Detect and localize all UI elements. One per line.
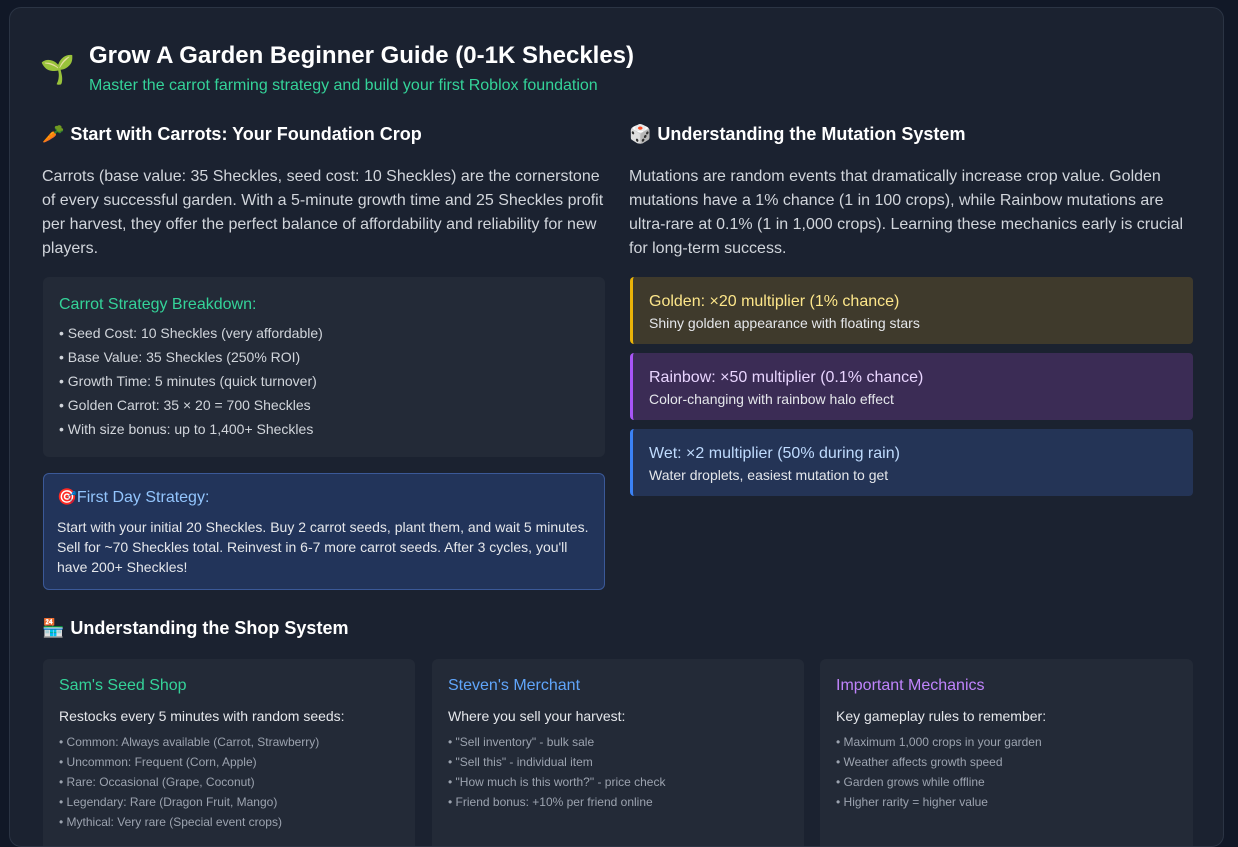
shop-card-title: Steven's Merchant	[448, 677, 581, 694]
target-icon: 🎯	[57, 489, 77, 506]
mutation-golden-title: Golden: ×20 multiplier (1% chance)	[649, 293, 900, 310]
list-item: Maximum 1,000 crops in your garden	[836, 732, 1193, 752]
mutation-wet: Wet: ×2 multiplier (50% during rain) Wat…	[630, 429, 1193, 496]
list-item: Mythical: Very rare (Special event crops…	[59, 812, 415, 832]
page-title: Grow A Garden Beginner Guide (0-1K Sheck…	[89, 42, 635, 69]
mutation-rainbow: Rainbow: ×50 multiplier (0.1% chance) Co…	[630, 353, 1193, 420]
shop-card-list: Maximum 1,000 crops in your garden Weath…	[836, 732, 1193, 812]
list-item: "How much is this worth?" - price check	[448, 772, 804, 792]
strategy-text: Start with your initial 20 Sheckles. Buy…	[57, 519, 589, 575]
list-item: With size bonus: up to 1,400+ Sheckles	[59, 417, 605, 441]
mutation-golden-desc: Shiny golden appearance with floating st…	[649, 315, 920, 331]
list-item: "Sell this" - individual item	[448, 752, 804, 772]
strategy-title-text: First Day Strategy:	[76, 489, 210, 506]
breakdown-list: Seed Cost: 10 Sheckles (very affordable)…	[59, 321, 605, 441]
shop-card-stevens-merchant: Steven's Merchant Where you sell your ha…	[432, 659, 804, 846]
mutations-paragraph: Mutations are random events that dramati…	[629, 168, 1184, 257]
shop-card-title: Important Mechanics	[836, 677, 985, 694]
shop-card-desc: Where you sell your harvest:	[448, 708, 626, 724]
shop-card-desc: Key gameplay rules to remember:	[836, 708, 1047, 724]
breakdown-title: Carrot Strategy Breakdown:	[59, 296, 257, 313]
seedling-icon: 🌱	[40, 54, 75, 85]
mutation-rainbow-desc: Color-changing with rainbow halo effect	[649, 391, 894, 407]
list-item: Legendary: Rare (Dragon Fruit, Mango)	[59, 792, 415, 812]
shop-card-list: Common: Always available (Carrot, Strawb…	[59, 732, 415, 832]
list-item: Uncommon: Frequent (Corn, Apple)	[59, 752, 415, 772]
shop-title-text: Understanding the Shop System	[70, 618, 349, 638]
shop-card-sams-seed-shop: Sam's Seed Shop Restocks every 5 minutes…	[43, 659, 415, 846]
shop-card-list: "Sell inventory" - bulk sale "Sell this"…	[448, 732, 804, 812]
mutation-golden: Golden: ×20 multiplier (1% chance) Shiny…	[630, 277, 1193, 344]
list-item: Growth Time: 5 minutes (quick turnover)	[59, 369, 605, 393]
list-item: Common: Always available (Carrot, Strawb…	[59, 732, 415, 752]
carrot-icon: 🥕	[42, 124, 65, 144]
carrots-paragraph: Carrots (base value: 35 Sheckles, seed c…	[42, 168, 604, 257]
list-item: Weather affects growth speed	[836, 752, 1193, 772]
list-item: Higher rarity = higher value	[836, 792, 1193, 812]
list-item: Golden Carrot: 35 × 20 = 700 Sheckles	[59, 393, 605, 417]
shop-card-important-mechanics: Important Mechanics Key gameplay rules t…	[820, 659, 1193, 846]
list-item: Seed Cost: 10 Sheckles (very affordable)	[59, 321, 605, 345]
carrots-title-text: Start with Carrots: Your Foundation Crop	[70, 124, 422, 144]
carrots-section-title: 🥕 Start with Carrots: Your Foundation Cro…	[42, 121, 422, 147]
shop-card-desc: Restocks every 5 minutes with random see…	[59, 708, 345, 724]
list-item: Garden grows while offline	[836, 772, 1193, 792]
list-item: Base Value: 35 Sheckles (250% ROI)	[59, 345, 605, 369]
shop-card-title: Sam's Seed Shop	[59, 677, 187, 694]
strategy-title: 🎯First Day Strategy:	[57, 487, 590, 509]
mutations-title-text: Understanding the Mutation System	[657, 124, 966, 144]
list-item: Friend bonus: +10% per friend online	[448, 792, 804, 812]
page-subtitle: Master the carrot farming strategy and b…	[89, 77, 598, 94]
guide-card: 🌱 Grow A Garden Beginner Guide (0-1K She…	[9, 7, 1224, 847]
shop-section-title: 🏪 Understanding the Shop System	[42, 615, 348, 641]
list-item: "Sell inventory" - bulk sale	[448, 732, 804, 752]
mutation-wet-desc: Water droplets, easiest mutation to get	[649, 467, 889, 483]
carrot-breakdown-panel: Carrot Strategy Breakdown: Seed Cost: 10…	[43, 277, 605, 457]
dice-icon: 🎲	[629, 124, 652, 144]
shop-icon: 🏪	[42, 618, 65, 638]
list-item: Rare: Occasional (Grape, Coconut)	[59, 772, 415, 792]
mutation-wet-title: Wet: ×2 multiplier (50% during rain)	[649, 445, 900, 462]
mutations-section-title: 🎲 Understanding the Mutation System	[629, 121, 965, 147]
mutation-rainbow-title: Rainbow: ×50 multiplier (0.1% chance)	[649, 369, 924, 386]
first-day-strategy-panel: 🎯First Day Strategy: Start with your ini…	[43, 473, 605, 590]
